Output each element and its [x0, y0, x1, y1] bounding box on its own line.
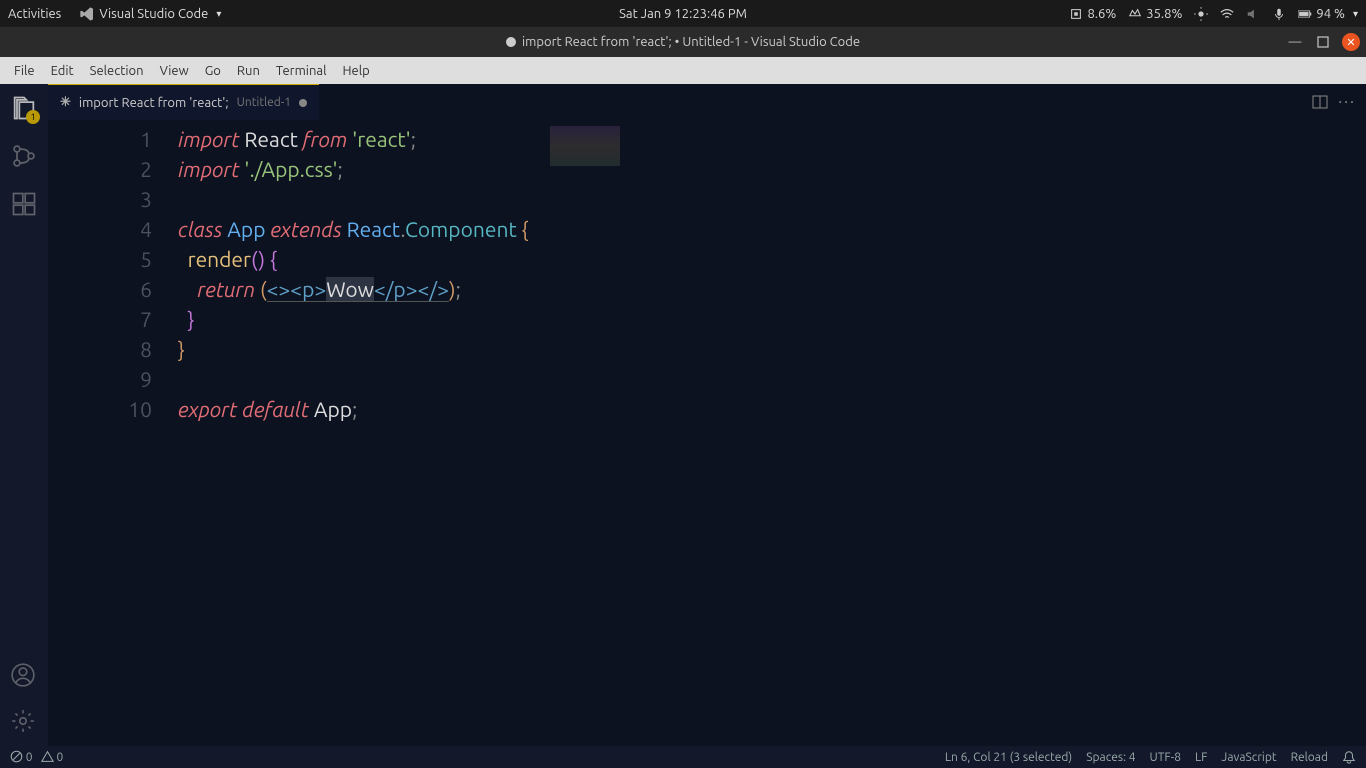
source-control-icon[interactable]: [10, 142, 38, 170]
status-reload[interactable]: Reload: [1291, 751, 1328, 764]
status-cursor[interactable]: Ln 6, Col 21 (3 selected): [945, 751, 1072, 764]
clock[interactable]: Sat Jan 9 12:23:46 PM: [619, 7, 747, 21]
status-problems[interactable]: 0 0: [10, 750, 63, 764]
vscode-icon: [79, 6, 95, 22]
status-language[interactable]: JavaScript: [1221, 751, 1276, 764]
cpu-indicator[interactable]: 8.6%: [1069, 7, 1116, 21]
error-count: 0: [26, 751, 33, 764]
chevron-down-icon: ▾: [216, 8, 221, 20]
minimize-button[interactable]: —: [1286, 33, 1304, 51]
status-bar: 0 0 Ln 6, Col 21 (3 selected) Spaces: 4 …: [0, 746, 1366, 768]
menu-selection[interactable]: Selection: [82, 64, 152, 78]
warning-count: 0: [57, 751, 64, 764]
accounts-icon[interactable]: [10, 662, 38, 690]
status-eol[interactable]: LF: [1195, 751, 1207, 764]
status-indent[interactable]: Spaces: 4: [1086, 751, 1135, 764]
activities-button[interactable]: Activities: [8, 7, 61, 21]
tab-modified-dot: [299, 99, 307, 107]
activity-bar: 1: [0, 84, 48, 746]
editor-tab[interactable]: ✳ import React from 'react'; Untitled-1: [48, 84, 319, 120]
memory-icon: [1128, 7, 1142, 21]
window-titlebar: import React from 'react'; • Untitled-1 …: [0, 27, 1366, 57]
maximize-button[interactable]: [1314, 33, 1332, 51]
modified-dot-icon: [506, 37, 516, 47]
status-encoding[interactable]: UTF-8: [1150, 751, 1181, 764]
close-button[interactable]: ✕: [1342, 33, 1360, 51]
mic-icon[interactable]: [1272, 7, 1286, 21]
menu-help[interactable]: Help: [334, 64, 377, 78]
window-title: import React from 'react'; • Untitled-1 …: [522, 35, 860, 49]
menu-run[interactable]: Run: [229, 64, 268, 78]
more-actions-icon[interactable]: ···: [1338, 93, 1356, 111]
bell-icon[interactable]: [1342, 750, 1356, 764]
menu-edit[interactable]: Edit: [43, 64, 82, 78]
editor-tabs: ✳ import React from 'react'; Untitled-1 …: [48, 84, 1366, 120]
cpu-value: 8.6%: [1087, 7, 1116, 21]
extensions-icon[interactable]: [10, 190, 38, 218]
tab-filename: import React from 'react';: [79, 96, 229, 110]
menu-view[interactable]: View: [152, 64, 197, 78]
code-editor[interactable]: 12345678910 import React from 'react';im…: [48, 120, 1366, 746]
mem-indicator[interactable]: 35.8%: [1128, 7, 1182, 21]
explorer-icon[interactable]: 1: [10, 94, 38, 122]
app-menu[interactable]: Visual Studio Code ▾: [79, 6, 221, 22]
tab-subtitle: Untitled-1: [237, 96, 291, 109]
menu-terminal[interactable]: Terminal: [268, 64, 335, 78]
code-content[interactable]: import React from 'react';import './App.…: [178, 120, 528, 746]
system-top-bar: Activities Visual Studio Code ▾ Sat Jan …: [0, 0, 1366, 27]
app-menu-label: Visual Studio Code: [99, 7, 208, 21]
editor-area: ✳ import React from 'react'; Untitled-1 …: [48, 84, 1366, 746]
wifi-icon[interactable]: [1220, 7, 1234, 21]
menu-bar: FileEditSelectionViewGoRunTerminalHelp: [0, 57, 1366, 84]
menu-file[interactable]: File: [6, 64, 43, 78]
battery-value: 94 %: [1316, 7, 1345, 21]
chevron-down-icon: ▾: [1353, 8, 1358, 20]
battery-icon: [1298, 7, 1312, 21]
cpu-icon: [1069, 7, 1083, 21]
split-editor-icon[interactable]: [1312, 94, 1328, 110]
mem-value: 35.8%: [1146, 7, 1182, 21]
menu-go[interactable]: Go: [197, 64, 229, 78]
explorer-badge: 1: [26, 110, 40, 124]
brightness-icon[interactable]: [1194, 7, 1208, 21]
settings-gear-icon[interactable]: [10, 708, 38, 736]
asterisk-icon: ✳: [60, 95, 71, 110]
battery-indicator[interactable]: 94 % ▾: [1298, 7, 1358, 21]
line-gutter: 12345678910: [48, 120, 178, 746]
minimap[interactable]: [528, 120, 628, 746]
volume-icon[interactable]: [1246, 7, 1260, 21]
